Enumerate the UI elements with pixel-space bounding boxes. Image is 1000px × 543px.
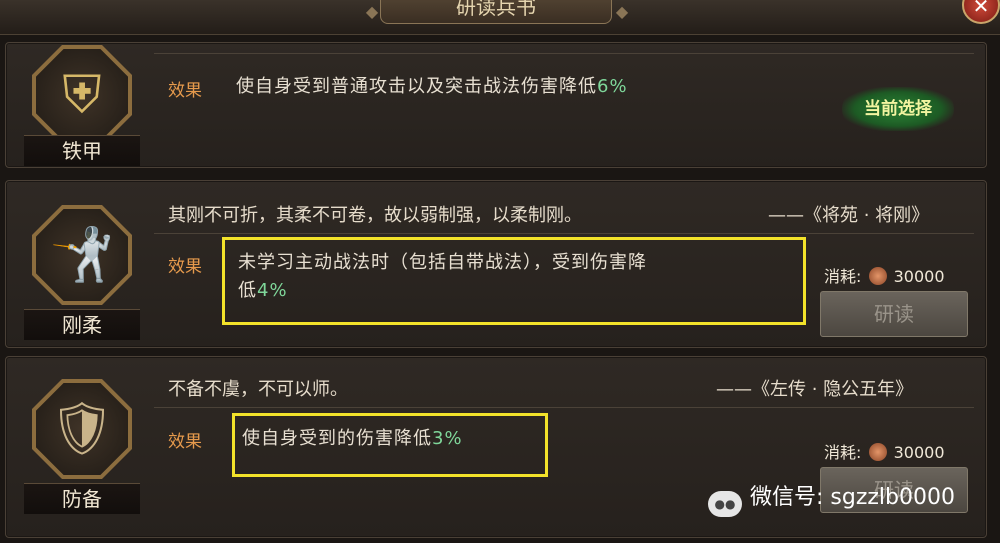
book-name: 防备 (24, 483, 140, 514)
current-selection-badge: 当前选择 (842, 87, 954, 131)
book-name: 刚柔 (24, 309, 140, 340)
title-tab: 研读兵书 (380, 0, 612, 24)
effect-label: 效果 (168, 432, 202, 452)
guard-soldier-icon: 🛡 (48, 399, 115, 459)
cost-display: 消耗: 30000 (824, 439, 945, 463)
wechat-icon: ●● (708, 491, 742, 517)
book-source: ——《将苑 · 将刚》 (768, 205, 930, 226)
cost-label: 消耗: (824, 443, 862, 462)
page-title: 研读兵书 (456, 0, 536, 19)
effect-label: 效果 (168, 81, 202, 101)
book-icon-wrap: 🤺 刚柔 (18, 181, 146, 347)
book-icon-wrap: ⛨ 铁甲 (18, 43, 146, 167)
watermark: ●● 微信号: sgzzlb0000 (708, 478, 978, 518)
book-source: ——《左传 · 隐公五年》 (716, 379, 914, 400)
effect-value: 6% (597, 76, 628, 97)
book-card-tiejia[interactable]: ⛨ 铁甲 效果 使自身受到普通攻击以及突击战法伤害降低6% 当前选择 (5, 42, 987, 168)
armor-icon: ⛨ (62, 65, 102, 125)
martial-stance-icon: 🤺 (49, 225, 115, 285)
cost-display: 消耗: 30000 (824, 263, 945, 287)
copper-coin-icon (868, 443, 887, 461)
cost-label: 消耗: (824, 267, 862, 286)
book-name: 铁甲 (24, 135, 140, 166)
ornament-icon: ◆ (615, 2, 629, 21)
effect-value: 4% (257, 280, 288, 301)
close-icon: ✕ (972, 0, 990, 18)
divider (154, 53, 974, 54)
effect-value: 3% (432, 428, 463, 449)
study-button[interactable]: 研读 (820, 291, 968, 337)
book-quote: 不备不虞，不可以师。 (168, 379, 348, 400)
header-bar: 研读兵书 ◆ ◆ ✕ (0, 0, 1000, 35)
effect-text: 未学习主动战法时（包括自带战法），受到伤害降 低4% (238, 252, 647, 301)
copper-coin-icon (868, 267, 887, 285)
effect-text: 使自身受到普通攻击以及突击战法伤害降低6% (236, 76, 628, 97)
octagon-frame: 🛡 (32, 379, 132, 479)
ornament-icon: ◆ (365, 2, 379, 21)
octagon-frame: ⛨ (32, 45, 132, 145)
effect-text: 使自身受到的伤害降低3% (242, 428, 463, 449)
close-button[interactable]: ✕ (962, 0, 1000, 24)
octagon-frame: 🤺 (32, 205, 132, 305)
book-card-gangrou[interactable]: 🤺 刚柔 其刚不可折，其柔不可卷，故以弱制强，以柔制刚。 ——《将苑 · 将刚》… (5, 180, 987, 348)
cost-value: 30000 (893, 443, 945, 462)
book-quote: 其刚不可折，其柔不可卷，故以弱制强，以柔制刚。 (168, 205, 582, 226)
book-icon-wrap: 🛡 防备 (18, 357, 146, 537)
divider (154, 233, 974, 234)
cost-value: 30000 (893, 267, 945, 286)
divider (154, 407, 974, 408)
watermark-text: 微信号: sgzzlb0000 (750, 485, 955, 510)
effect-label: 效果 (168, 257, 202, 277)
